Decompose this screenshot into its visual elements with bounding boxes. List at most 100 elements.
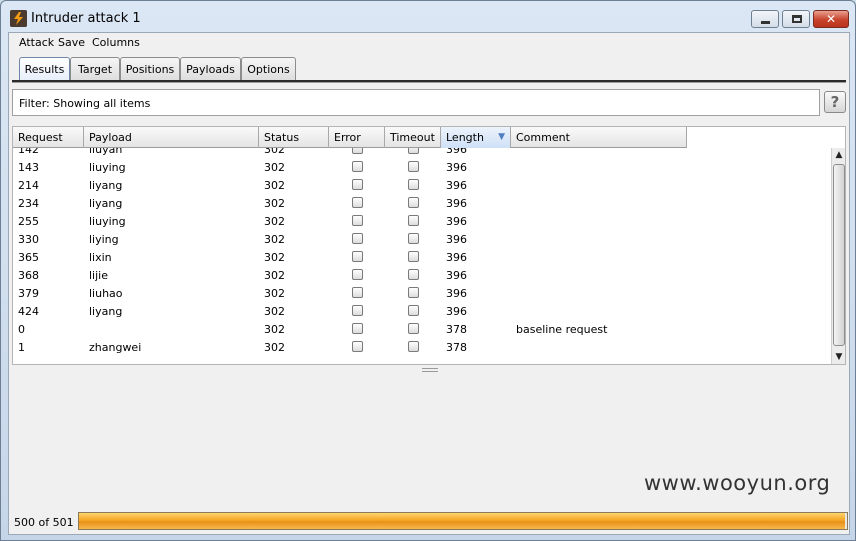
cell-timeout-checkbox[interactable] [408, 148, 419, 154]
tab-options[interactable]: Options [241, 57, 296, 81]
table-empty-area [687, 127, 832, 364]
cell-status: 302 [264, 305, 285, 318]
cell-error-checkbox[interactable] [352, 269, 363, 280]
table-row[interactable]: 330 liying 302 396 [13, 230, 687, 248]
cell-error-checkbox[interactable] [352, 305, 363, 316]
cell-request: 330 [18, 233, 39, 246]
table-row[interactable]: 143 liuying 302 396 [13, 158, 687, 176]
column-header-request[interactable]: Request [13, 127, 84, 148]
cell-status: 302 [264, 179, 285, 192]
filter-bar[interactable]: Filter: Showing all items [12, 89, 820, 116]
cell-error-checkbox[interactable] [352, 323, 363, 334]
column-header-comment[interactable]: Comment [511, 127, 687, 148]
cell-length: 378 [446, 341, 467, 354]
menu-attack[interactable]: Attack [19, 36, 54, 49]
window-title: Intruder attack 1 [31, 11, 141, 26]
close-icon: ✕ [825, 12, 837, 26]
cell-error-checkbox[interactable] [352, 197, 363, 208]
cell-request: 142 [18, 148, 39, 156]
cell-error-checkbox[interactable] [352, 161, 363, 172]
scroll-thumb[interactable] [833, 164, 845, 346]
progress-count: 500 of 501 [14, 516, 74, 529]
maximize-button[interactable] [782, 10, 810, 28]
cell-timeout-checkbox[interactable] [408, 305, 419, 316]
table-row[interactable]: 424 liyang 302 396 [13, 302, 687, 320]
cell-length: 396 [446, 148, 467, 156]
cell-payload: liuying [89, 215, 126, 228]
cell-timeout-checkbox[interactable] [408, 197, 419, 208]
cell-error-checkbox[interactable] [352, 233, 363, 244]
cell-error-checkbox[interactable] [352, 179, 363, 190]
vertical-scrollbar[interactable]: ▲ ▼ [831, 148, 845, 364]
cell-status: 302 [264, 148, 285, 156]
cell-length: 396 [446, 161, 467, 174]
table-row[interactable]: 0 302 378 baseline request [13, 320, 687, 338]
cell-request: 255 [18, 215, 39, 228]
table-body: 142 liuyan 302 396 143 liuying 302 396 214 liyang… [13, 148, 687, 364]
minimize-button[interactable] [751, 10, 779, 28]
cell-request: 143 [18, 161, 39, 174]
tab-target[interactable]: Target [70, 57, 120, 81]
cell-timeout-checkbox[interactable] [408, 287, 419, 298]
cell-timeout-checkbox[interactable] [408, 179, 419, 190]
maximize-icon [792, 15, 802, 23]
cell-status: 302 [264, 197, 285, 210]
progress-bar [78, 512, 848, 530]
watermark: www.wooyun.org [644, 471, 831, 495]
cell-error-checkbox[interactable] [352, 215, 363, 226]
menu-columns[interactable]: Columns [92, 36, 140, 49]
help-icon: ? [830, 93, 840, 111]
cell-timeout-checkbox[interactable] [408, 215, 419, 226]
cell-length: 378 [446, 323, 467, 336]
cell-length: 396 [446, 269, 467, 282]
table-row[interactable]: 255 liuying 302 396 [13, 212, 687, 230]
table-row[interactable]: 142 liuyan 302 396 [13, 148, 687, 158]
column-header-timeout[interactable]: Timeout [385, 127, 441, 148]
cell-length: 396 [446, 305, 467, 318]
cell-timeout-checkbox[interactable] [408, 341, 419, 352]
cell-payload: lijie [89, 269, 108, 282]
table-row[interactable]: 365 lixin 302 396 [13, 248, 687, 266]
column-header-error[interactable]: Error [329, 127, 385, 148]
cell-payload: liuyan [89, 148, 123, 156]
table-row[interactable]: 1 zhangwei 302 378 [13, 338, 687, 356]
scroll-down-icon[interactable]: ▼ [832, 350, 845, 364]
column-header-payload[interactable]: Payload [84, 127, 259, 148]
cell-timeout-checkbox[interactable] [408, 251, 419, 262]
cell-timeout-checkbox[interactable] [408, 323, 419, 334]
cell-error-checkbox[interactable] [352, 287, 363, 298]
cell-timeout-checkbox[interactable] [408, 269, 419, 280]
table-row[interactable]: 214 liyang 302 396 [13, 176, 687, 194]
burp-app-icon [10, 10, 27, 27]
menu-save[interactable]: Save [58, 36, 85, 49]
menu-bar: Attack Save Columns [9, 33, 849, 53]
cell-timeout-checkbox[interactable] [408, 161, 419, 172]
table-row[interactable]: 379 liuhao 302 396 [13, 284, 687, 302]
progress-fill [79, 513, 845, 529]
cell-payload: liyang [89, 305, 123, 318]
cell-payload: liyang [89, 179, 123, 192]
column-header-status[interactable]: Status [259, 127, 329, 148]
table-row[interactable]: 234 liyang 302 396 [13, 194, 687, 212]
scroll-up-icon[interactable]: ▲ [832, 148, 845, 162]
cell-length: 396 [446, 287, 467, 300]
intruder-window: Intruder attack 1 ✕ Attack Save Columns … [0, 0, 856, 541]
help-button[interactable]: ? [824, 91, 846, 113]
close-button[interactable]: ✕ [813, 10, 849, 28]
tab-payloads[interactable]: Payloads [180, 57, 241, 81]
table-row[interactable]: 368 lijie 302 396 [13, 266, 687, 284]
tab-divider [12, 80, 846, 83]
title-bar[interactable]: Intruder attack 1 ✕ [1, 1, 855, 33]
cell-timeout-checkbox[interactable] [408, 233, 419, 244]
cell-payload: liyang [89, 197, 123, 210]
tab-positions[interactable]: Positions [120, 57, 180, 81]
cell-error-checkbox[interactable] [352, 148, 363, 154]
split-pane-handle[interactable] [422, 368, 438, 372]
cell-error-checkbox[interactable] [352, 251, 363, 262]
cell-request: 379 [18, 287, 39, 300]
column-header-length[interactable]: Length ▼ [441, 127, 511, 148]
tab-results[interactable]: Results [19, 57, 70, 81]
results-table: Request Payload Status Error Timeout Len… [12, 126, 846, 365]
cell-request: 214 [18, 179, 39, 192]
cell-error-checkbox[interactable] [352, 341, 363, 352]
